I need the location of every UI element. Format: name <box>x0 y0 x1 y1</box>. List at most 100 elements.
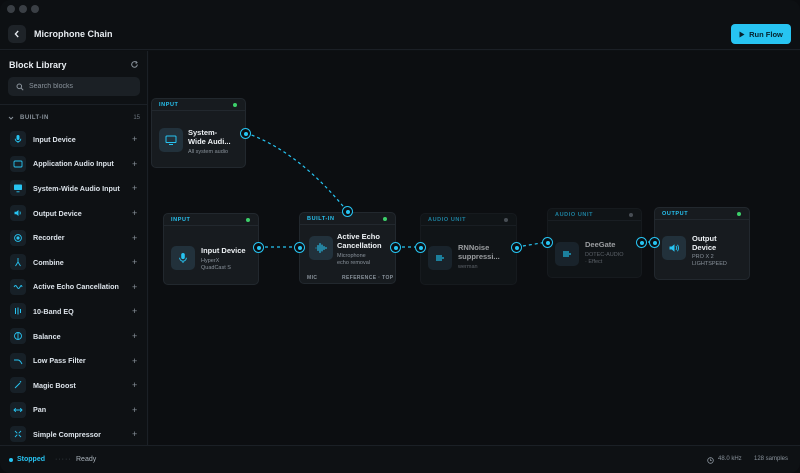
run-flow-button[interactable]: Run Flow <box>731 24 791 44</box>
port-echo-mic-in[interactable] <box>294 242 305 253</box>
port-echo-reference-in[interactable] <box>342 206 353 217</box>
refresh-icon[interactable] <box>130 60 139 69</box>
compress-icon <box>10 426 26 443</box>
monitor-icon <box>159 128 183 152</box>
block-item-input-device[interactable]: Input Device + <box>0 127 147 152</box>
block-item-label: Simple Compressor <box>33 429 101 439</box>
header-bar: Microphone Chain Run Flow <box>0 0 800 50</box>
node-header: AUDIO UNIT <box>548 209 641 221</box>
node-subtitle: All system audio <box>188 149 229 155</box>
inactive-status-dot <box>629 213 633 217</box>
section-header-built-in[interactable]: BUILT-IN 15 <box>8 113 140 123</box>
node-name-line: Cancellation <box>337 240 382 250</box>
block-item-label: 10-Band EQ <box>33 306 74 316</box>
block-item-10-band-eq[interactable]: 10-Band EQ + <box>0 299 147 324</box>
block-item-low-pass-filter[interactable]: Low Pass Filter + <box>0 348 147 373</box>
plugin-icon <box>555 242 579 266</box>
node-subtitle-line: PRO X 2 <box>692 254 714 260</box>
node-header: OUTPUT <box>655 208 749 220</box>
node-subtitle: DOTEC-AUDIO · Effect <box>585 252 624 265</box>
wire-system-to-echo <box>245 132 348 212</box>
add-block-button[interactable]: + <box>132 183 137 193</box>
block-item-label: Magic Boost <box>33 380 76 390</box>
node-type-label: AUDIO UNIT <box>555 212 594 218</box>
block-item-label: Low Pass Filter <box>33 356 86 366</box>
node-name: Output Device <box>692 234 717 252</box>
port-rnnoise-out[interactable] <box>511 242 522 253</box>
block-item-balance[interactable]: Balance + <box>0 324 147 349</box>
add-block-button[interactable]: + <box>132 306 137 316</box>
node-header: INPUT <box>164 214 258 226</box>
add-block-button[interactable]: + <box>132 405 137 415</box>
add-block-button[interactable]: + <box>132 282 137 292</box>
block-item-pan[interactable]: Pan + <box>0 398 147 423</box>
block-item-output-device[interactable]: Output Device + <box>0 201 147 226</box>
block-item-application-audio-input[interactable]: Application Audio Input + <box>0 152 147 177</box>
node-system-wide-audio[interactable]: INPUT System- Wide Audi... All system aud… <box>151 98 246 168</box>
add-block-button[interactable]: + <box>132 159 137 169</box>
add-block-button[interactable]: + <box>132 429 137 439</box>
block-library-sidebar: Block Library BUILT-IN 15 Input Device + <box>0 51 148 445</box>
node-name: Input Device <box>201 246 246 255</box>
search-input[interactable] <box>29 83 129 90</box>
app-window: Microphone Chain Run Flow Block Library … <box>0 0 800 473</box>
block-item-simple-compressor[interactable]: Simple Compressor + <box>0 422 147 447</box>
add-block-button[interactable]: + <box>132 356 137 366</box>
add-block-button[interactable]: + <box>132 134 137 144</box>
port-deegate-out[interactable] <box>636 237 647 248</box>
block-item-recorder[interactable]: Recorder + <box>0 225 147 250</box>
search-box[interactable] <box>8 77 140 96</box>
active-status-dot <box>233 103 237 107</box>
node-type-label: AUDIO UNIT <box>428 217 467 223</box>
section-count: 15 <box>133 115 140 121</box>
node-deegate[interactable]: AUDIO UNIT DeeGate DOTEC-AUDIO · Effect <box>547 208 642 278</box>
node-header: AUDIO UNIT <box>421 214 516 226</box>
pan-icon <box>10 401 26 418</box>
active-status-dot <box>383 217 387 221</box>
node-active-echo-cancellation[interactable]: BUILT-IN Active Echo Cancellation Microph… <box>299 212 396 284</box>
merge-icon <box>10 254 26 271</box>
node-subtitle-line: QuadCast S <box>201 264 231 271</box>
sample-rate: 48.0 kHz <box>718 456 742 462</box>
block-item-system-wide-audio-input[interactable]: System-Wide Audio Input + <box>0 176 147 201</box>
clock-icon <box>707 457 714 464</box>
chevron-left-icon <box>14 30 19 38</box>
port-system-audio-out[interactable] <box>240 128 251 139</box>
section-label: BUILT-IN <box>20 115 49 121</box>
back-button[interactable] <box>8 25 26 43</box>
node-rnnoise[interactable]: AUDIO UNIT RNNoise suppressi... werman <box>420 213 517 285</box>
node-subtitle: Microphone echo removal <box>337 253 370 266</box>
add-block-button[interactable]: + <box>132 208 137 218</box>
block-list: Input Device + Application Audio Input +… <box>0 127 147 447</box>
port-label-reference: REFERENCE · TOP <box>342 275 394 281</box>
run-flow-label: Run Flow <box>749 29 783 39</box>
status-indicator-dot <box>9 458 13 462</box>
page-title: Microphone Chain <box>34 29 113 39</box>
block-item-label: Input Device <box>33 134 76 144</box>
port-input-device-out[interactable] <box>253 242 264 253</box>
flow-canvas[interactable]: INPUT System- Wide Audi... All system aud… <box>149 51 800 445</box>
node-subtitle-line: Microphone <box>337 253 366 259</box>
block-item-label: Combine <box>33 257 64 267</box>
add-block-button[interactable]: + <box>132 380 137 390</box>
node-subtitle: werman <box>458 264 478 270</box>
port-echo-out[interactable] <box>390 242 401 253</box>
node-subtitle-line: echo removal <box>337 259 371 266</box>
add-block-button[interactable]: + <box>132 233 137 243</box>
status-bar: Stopped ····· Ready 48.0 kHz 128 samples <box>0 445 800 473</box>
port-rnnoise-in[interactable] <box>415 242 426 253</box>
monitor-icon <box>10 180 26 197</box>
block-item-magic-boost[interactable]: Magic Boost + <box>0 373 147 398</box>
block-item-active-echo-cancellation[interactable]: Active Echo Cancellation + <box>0 275 147 300</box>
add-block-button[interactable]: + <box>132 331 137 341</box>
node-input-device[interactable]: INPUT Input Device HyperX QuadCast S <box>163 213 259 285</box>
speaker-icon <box>662 236 686 260</box>
microphone-icon <box>171 246 195 270</box>
node-output-device[interactable]: OUTPUT Output Device PRO X 2 LIGHTSPEED <box>654 207 750 280</box>
node-name: DeeGate <box>585 240 616 249</box>
block-item-combine[interactable]: Combine + <box>0 250 147 275</box>
add-block-button[interactable]: + <box>132 257 137 267</box>
port-deegate-in[interactable] <box>542 237 553 248</box>
block-item-label: System-Wide Audio Input <box>33 183 120 193</box>
port-output-in[interactable] <box>649 237 660 248</box>
